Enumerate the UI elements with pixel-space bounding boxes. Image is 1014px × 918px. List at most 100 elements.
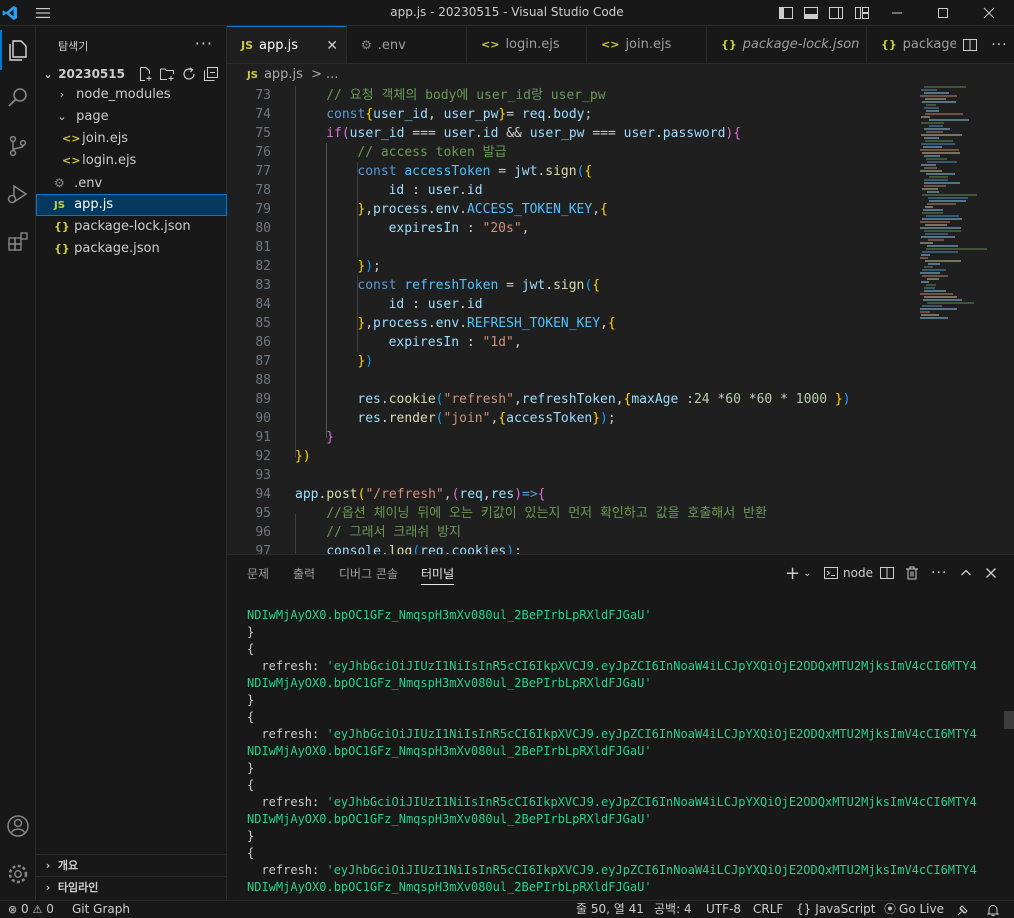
minimap-line	[921, 281, 929, 283]
search-icon[interactable]	[0, 78, 36, 118]
code-line: const{user_id, user_pw}= req.body;	[326, 107, 593, 122]
terminal-line: refresh: 'eyJhbGciOiJIUzI1NiIsInR5cCI6Ik…	[247, 863, 977, 877]
minimize-window-icon[interactable]	[874, 0, 920, 26]
minimap-line	[924, 167, 937, 169]
breadcrumb-file[interactable]: app.js	[264, 67, 303, 82]
close-panel-icon[interactable]	[984, 563, 998, 583]
workspace-folder[interactable]: ⌄ 20230515	[36, 63, 227, 85]
git-graph-status[interactable]: Git Graph	[72, 901, 130, 918]
new-terminal-button[interactable]: + ⌄	[785, 563, 811, 584]
go-live-label: Go Live	[899, 902, 944, 916]
minimap-line	[924, 179, 948, 181]
extensions-icon[interactable]	[0, 222, 36, 262]
line-number: 94	[255, 487, 271, 502]
indentation-status[interactable]: 공백: 4	[654, 901, 692, 918]
tab-login-ejs[interactable]: <> login.ejs	[467, 26, 587, 63]
trash-icon[interactable]	[904, 563, 920, 583]
code-editor[interactable]: 73 74 75 76 77 78 79 80 81 82 83 84 85 86 87 88 89 90 91 92…	[227, 86, 1014, 554]
refresh-icon[interactable]	[181, 66, 197, 82]
split-terminal-icon[interactable]	[879, 563, 895, 583]
new-folder-icon[interactable]	[159, 66, 175, 82]
minimap-line	[925, 224, 947, 226]
workspace-name: 20230515	[58, 67, 125, 81]
maximize-window-icon[interactable]	[920, 0, 966, 26]
minimap-line	[925, 260, 961, 262]
tree-item-app-js[interactable]: JS app.js	[36, 194, 227, 216]
minimap-line	[920, 317, 948, 319]
code-line: res.cookie("refresh",refreshToken,{maxAg…	[357, 392, 851, 407]
code-line: // 그래서 크래쉬 방지	[326, 525, 462, 540]
minimap-line	[924, 137, 939, 139]
more-actions-icon[interactable]: ···	[991, 37, 1007, 53]
terminal-line: {	[247, 846, 255, 860]
tree-item-login-ejs[interactable]: <> login.ejs	[36, 150, 227, 172]
tab-app-js[interactable]: JS app.js ✕	[227, 26, 347, 63]
minimap-line	[927, 245, 958, 247]
workspace-actions	[137, 63, 219, 85]
run-debug-icon[interactable]	[0, 174, 36, 214]
collapse-all-icon[interactable]	[203, 66, 219, 82]
outline-section[interactable]: › 개요	[36, 854, 227, 876]
language-status[interactable]: {} JavaScript	[796, 901, 875, 918]
code-line: const accessToken = jwt.sign({	[357, 164, 593, 179]
minimap-line	[920, 149, 959, 151]
tree-item-env[interactable]: ⚙ .env	[36, 172, 227, 194]
account-icon[interactable]	[0, 806, 36, 846]
tab-join-ejs[interactable]: <> join.ejs	[587, 26, 707, 63]
settings-gear-icon[interactable]	[0, 854, 36, 894]
toggle-panel-icon[interactable]	[801, 3, 821, 23]
tree-item-join-ejs[interactable]: <> join.ejs	[36, 128, 227, 150]
tab-debug-console[interactable]: 디버그 콘솔	[339, 565, 398, 585]
breadcrumb-symbols[interactable]: ...	[326, 67, 338, 82]
split-editor-icon[interactable]	[962, 37, 978, 53]
terminal-instance[interactable]: node	[823, 563, 873, 583]
outline-label: 개요	[57, 859, 79, 872]
line-number: 97	[255, 544, 271, 554]
timeline-section[interactable]: › 타임라인	[36, 876, 227, 898]
minimap-line	[922, 275, 948, 277]
minimap[interactable]	[918, 86, 1000, 326]
code-line: expiresIn : "20s",	[388, 221, 530, 236]
cursor-position-status[interactable]: 줄 50, 열 41	[576, 901, 644, 918]
customize-layout-icon[interactable]	[852, 3, 872, 23]
toggle-secondary-sidebar-icon[interactable]	[826, 3, 846, 23]
tab-output[interactable]: 출력	[293, 565, 315, 585]
activity-bar	[0, 26, 36, 900]
close-tab-icon[interactable]: ✕	[326, 27, 338, 63]
explorer-icon[interactable]	[0, 30, 36, 70]
tab-terminal[interactable]: 터미널	[421, 565, 455, 585]
feedback-icon[interactable]	[956, 901, 970, 918]
tree-item-node-modules[interactable]: › node_modules	[36, 84, 227, 106]
terminal-line: NDIwMjAyOX0.bpOC1GFz_NmqspH3mXv080ul_2Be…	[247, 880, 652, 894]
tree-item-page[interactable]: ⌄ page	[36, 106, 227, 128]
go-live-status[interactable]: ⦿ Go Live	[884, 901, 944, 918]
minimap-line	[925, 140, 953, 142]
code-line: });	[357, 259, 381, 274]
tab-package-lock-json[interactable]: {} package-lock.json	[707, 26, 867, 63]
error-icon: ⊗	[8, 903, 18, 916]
encoding-status[interactable]: UTF-8	[706, 901, 741, 918]
eol-status[interactable]: CRLF	[753, 901, 783, 918]
minimap-line	[920, 308, 957, 310]
tree-item-package-lock-json[interactable]: {} package-lock.json	[36, 216, 227, 238]
more-actions-icon[interactable]: ···	[931, 563, 947, 583]
toggle-primary-sidebar-icon[interactable]	[776, 3, 796, 23]
line-number: 84	[255, 297, 271, 312]
code-line: if(user_id === user.id && user_pw === us…	[326, 126, 742, 141]
maximize-panel-icon[interactable]	[959, 563, 973, 583]
minimap-line	[920, 311, 930, 313]
tab-package-json[interactable]: {} package.	[867, 26, 967, 63]
tree-item-package-json[interactable]: {} package.json	[36, 238, 227, 260]
source-control-icon[interactable]	[0, 126, 36, 166]
tab-env[interactable]: ⚙ .env	[347, 26, 467, 63]
minimap-line	[921, 314, 939, 316]
line-number: 75	[255, 126, 271, 141]
close-window-icon[interactable]	[966, 0, 1012, 26]
notifications-bell-icon[interactable]	[986, 901, 1000, 918]
terminal-scrollbar[interactable]	[1004, 711, 1014, 729]
problems-status[interactable]: ⊗ 0 ⚠ 0	[8, 901, 54, 918]
more-actions-icon[interactable]: ···	[195, 34, 213, 53]
braces-icon: {}	[796, 902, 812, 916]
tab-problems[interactable]: 문제	[247, 565, 269, 585]
new-file-icon[interactable]	[137, 66, 153, 82]
